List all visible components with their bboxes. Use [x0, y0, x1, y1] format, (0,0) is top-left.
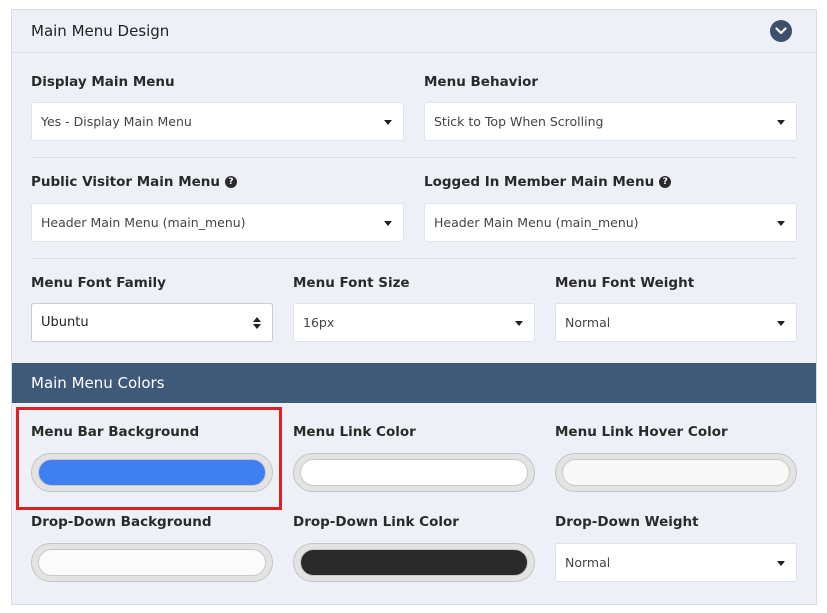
font-size-select[interactable]: 16px — [293, 303, 535, 342]
dropdown-background-label-text: Drop-Down Background — [31, 514, 212, 530]
font-family-label-text: Menu Font Family — [31, 275, 166, 291]
dropdown-weight-select[interactable]: Normal — [555, 543, 797, 582]
caret-down-icon — [777, 120, 785, 125]
font-weight-label-text: Menu Font Weight — [555, 275, 695, 291]
display-main-menu-value: Yes - Display Main Menu — [41, 114, 192, 129]
dropdown-background-color-picker[interactable] — [31, 543, 273, 582]
menu-link-hover-color-label-text: Menu Link Hover Color — [555, 424, 728, 440]
menu-behavior-value: Stick to Top When Scrolling — [434, 114, 604, 129]
dropdown-background-label: Drop-Down Background — [31, 514, 212, 530]
font-size-value: 16px — [303, 315, 335, 330]
display-main-menu-label-text: Display Main Menu — [31, 74, 175, 90]
question-circle-icon[interactable]: ? — [225, 176, 238, 188]
color-swatch — [38, 459, 266, 486]
display-main-menu-select[interactable]: Yes - Display Main Menu — [31, 102, 404, 141]
menu-behavior-label-text: Menu Behavior — [424, 74, 539, 90]
panel-title: Main Menu Design — [31, 22, 170, 40]
logged-in-menu-value: Header Main Menu (main_menu) — [434, 215, 639, 230]
menu-behavior-label: Menu Behavior — [424, 74, 538, 90]
font-family-label: Menu Font Family — [31, 275, 166, 291]
font-weight-value: Normal — [565, 315, 611, 330]
display-main-menu-label: Display Main Menu — [31, 74, 175, 90]
dropdown-link-color-label: Drop-Down Link Color — [293, 514, 459, 530]
font-size-label-text: Menu Font Size — [293, 275, 410, 291]
menu-link-color-picker[interactable] — [293, 453, 535, 492]
font-family-value: Ubuntu — [41, 315, 89, 330]
menu-link-hover-color-picker[interactable] — [555, 453, 797, 492]
caret-down-icon — [515, 321, 523, 326]
dropdown-weight-label: Drop-Down Weight — [555, 514, 699, 530]
font-weight-label: Menu Font Weight — [555, 275, 694, 291]
dropdown-link-color-label-text: Drop-Down Link Color — [293, 514, 459, 530]
caret-down-icon — [384, 120, 392, 125]
caret-down-icon — [777, 221, 785, 226]
colors-section-header: Main Menu Colors — [12, 363, 816, 403]
logged-in-menu-label-text: Logged In Member Main Menu — [424, 174, 655, 190]
question-circle-icon[interactable]: ? — [659, 176, 672, 188]
row-divider — [31, 157, 797, 158]
public-visitor-menu-value: Header Main Menu (main_menu) — [41, 215, 246, 230]
menu-link-color-label-text: Menu Link Color — [293, 424, 416, 440]
menu-behavior-select[interactable]: Stick to Top When Scrolling — [424, 102, 797, 141]
menu-bar-background-color-picker[interactable] — [31, 453, 273, 492]
font-weight-select[interactable]: Normal — [555, 303, 797, 342]
menu-link-hover-color-label: Menu Link Hover Color — [555, 424, 728, 440]
colors-section-title: Main Menu Colors — [31, 374, 165, 392]
font-size-label: Menu Font Size — [293, 275, 410, 291]
color-swatch — [300, 459, 528, 486]
menu-bar-background-label-text: Menu Bar Background — [31, 424, 200, 440]
color-swatch — [300, 549, 528, 576]
chevron-down-icon[interactable] — [770, 20, 792, 42]
menu-link-color-label: Menu Link Color — [293, 424, 416, 440]
logged-in-menu-label: Logged In Member Main Menu ? — [424, 174, 672, 190]
row-divider — [31, 258, 797, 259]
dropdown-weight-label-text: Drop-Down Weight — [555, 514, 699, 530]
menu-bar-background-label: Menu Bar Background — [31, 424, 199, 440]
font-family-select[interactable]: Ubuntu — [31, 303, 273, 342]
caret-down-icon — [777, 561, 785, 566]
main-menu-design-panel: Main Menu Design Display Main Menu Yes -… — [11, 9, 817, 605]
public-visitor-menu-label-text: Public Visitor Main Menu — [31, 174, 221, 190]
dropdown-weight-value: Normal — [565, 555, 611, 570]
public-visitor-menu-select[interactable]: Header Main Menu (main_menu) — [31, 203, 404, 242]
dropdown-link-color-picker[interactable] — [293, 543, 535, 582]
caret-down-icon — [777, 321, 785, 326]
logged-in-menu-select[interactable]: Header Main Menu (main_menu) — [424, 203, 797, 242]
color-swatch — [38, 549, 266, 576]
public-visitor-menu-label: Public Visitor Main Menu ? — [31, 174, 238, 190]
caret-down-icon — [384, 221, 392, 226]
panel-header[interactable]: Main Menu Design — [12, 10, 816, 53]
color-swatch — [562, 459, 790, 486]
sort-arrows-icon — [253, 317, 261, 329]
